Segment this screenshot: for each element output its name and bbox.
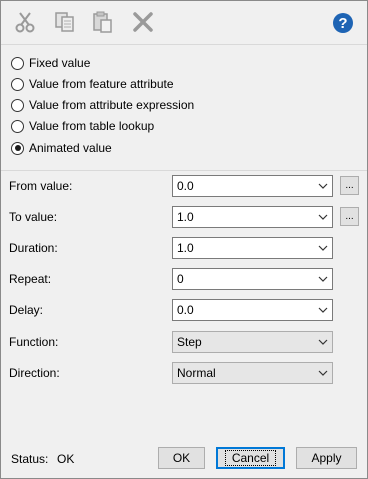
- to-value-combo[interactable]: 1.0: [172, 206, 333, 228]
- from-value-browse-button[interactable]: ...: [340, 176, 359, 195]
- duration-label: Duration:: [9, 241, 58, 255]
- from-value-combo[interactable]: 0.0: [172, 175, 333, 197]
- from-value-label: From value:: [9, 179, 73, 193]
- radio-attribute-expression[interactable]: Value from attribute expression: [11, 97, 194, 113]
- ok-button-label: OK: [172, 451, 191, 465]
- delay-row: Delay: 0.0: [1, 299, 367, 321]
- to-value-label: To value:: [9, 210, 58, 224]
- delay-label: Delay:: [9, 303, 44, 317]
- chevron-down-icon[interactable]: [314, 300, 332, 320]
- direction-dropdown[interactable]: Normal: [172, 362, 333, 384]
- delete-x-icon[interactable]: [131, 10, 155, 34]
- cancel-button-label: Cancel: [224, 450, 277, 466]
- direction-selected: Normal: [177, 366, 216, 380]
- radio-label: Animated value: [29, 141, 112, 155]
- paste-icon[interactable]: [91, 10, 115, 34]
- apply-button[interactable]: Apply: [296, 447, 357, 469]
- radio-feature-attribute[interactable]: Value from feature attribute: [11, 76, 174, 92]
- function-row: Function: Step: [1, 331, 367, 353]
- chevron-down-icon[interactable]: [314, 176, 332, 196]
- repeat-row: Repeat: 0: [1, 268, 367, 290]
- chevron-down-icon[interactable]: [314, 207, 332, 227]
- repeat-combo[interactable]: 0: [172, 268, 333, 290]
- toolbar: ?: [1, 1, 367, 43]
- direction-label: Direction:: [9, 366, 60, 380]
- radio-table-lookup[interactable]: Value from table lookup: [11, 118, 154, 134]
- from-value-row: From value: 0.0 ...: [1, 175, 367, 197]
- duration-combo[interactable]: 1.0: [172, 237, 333, 259]
- radio-button[interactable]: [11, 56, 24, 70]
- radio-label: Value from table lookup: [29, 119, 155, 133]
- to-value-row: To value: 1.0 ...: [1, 206, 367, 228]
- duration-row: Duration: 1.0: [1, 237, 367, 259]
- cancel-button[interactable]: Cancel: [216, 447, 285, 469]
- help-glyph: ?: [338, 15, 347, 32]
- scissors-icon[interactable]: [13, 10, 37, 34]
- repeat-field[interactable]: 0: [173, 272, 314, 286]
- radio-button[interactable]: [11, 119, 24, 133]
- chevron-down-icon[interactable]: [314, 363, 332, 383]
- radio-label: Fixed value: [29, 56, 91, 70]
- radio-fixed-value[interactable]: Fixed value: [11, 55, 90, 71]
- to-value-browse-button[interactable]: ...: [340, 207, 359, 226]
- from-value-field[interactable]: 0.0: [173, 179, 314, 193]
- direction-row: Direction: Normal: [1, 362, 367, 384]
- duration-field[interactable]: 1.0: [173, 241, 314, 255]
- chevron-down-icon[interactable]: [314, 238, 332, 258]
- radio-button-checked[interactable]: [11, 141, 24, 155]
- radio-animated-value[interactable]: Animated value: [11, 140, 112, 156]
- delay-combo[interactable]: 0.0: [172, 299, 333, 321]
- chevron-down-icon[interactable]: [314, 332, 332, 352]
- function-selected: Step: [177, 335, 202, 349]
- radio-label: Value from attribute expression: [29, 98, 195, 112]
- radio-button[interactable]: [11, 98, 24, 112]
- dialog-window: ? Fixed value Value from feature attribu…: [0, 0, 368, 479]
- chevron-down-icon[interactable]: [314, 269, 332, 289]
- apply-button-label: Apply: [311, 451, 342, 465]
- delay-field[interactable]: 0.0: [173, 303, 314, 317]
- status-label: Status:: [11, 452, 49, 466]
- function-dropdown[interactable]: Step: [172, 331, 333, 353]
- status-value: OK: [57, 452, 75, 466]
- to-value-field[interactable]: 1.0: [173, 210, 314, 224]
- radio-label: Value from feature attribute: [29, 77, 174, 91]
- section-divider: [1, 170, 367, 171]
- help-icon[interactable]: ?: [331, 11, 355, 35]
- repeat-label: Repeat:: [9, 272, 52, 286]
- copy-icon[interactable]: [53, 10, 77, 34]
- radio-button[interactable]: [11, 77, 24, 91]
- ok-button[interactable]: OK: [158, 447, 205, 469]
- toolbar-divider: [1, 44, 367, 45]
- function-label: Function:: [9, 335, 59, 349]
